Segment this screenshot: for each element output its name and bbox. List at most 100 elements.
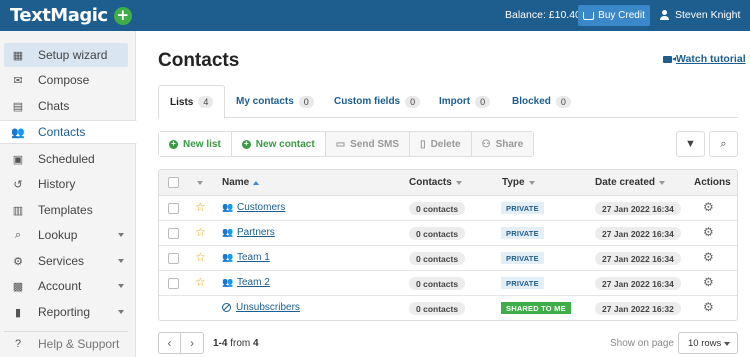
- column-name[interactable]: Name: [222, 177, 260, 188]
- column-type[interactable]: Type: [502, 177, 535, 188]
- list-name-link[interactable]: Customers: [237, 202, 285, 213]
- select-all-checkbox[interactable]: [168, 177, 179, 188]
- star-icon[interactable]: ☆: [195, 275, 206, 289]
- sidebar-item-history[interactable]: ↺ History: [4, 172, 128, 196]
- gear-icon[interactable]: ⚙: [703, 275, 714, 289]
- buy-credit-button[interactable]: Buy Credit: [578, 5, 650, 26]
- type-badge: PRIVATE: [501, 252, 544, 264]
- account-icon: ▩: [12, 280, 24, 293]
- message-icon: ▭: [335, 138, 346, 150]
- blocked-circle-icon: [222, 303, 231, 312]
- search-icon: ⌕: [720, 137, 727, 150]
- tab-lists[interactable]: Lists 4: [158, 85, 226, 119]
- filter-icon: ▼: [685, 138, 696, 150]
- help-icon: ?: [14, 338, 22, 350]
- delete-button[interactable]: ▯ Delete: [410, 132, 472, 156]
- tab-import[interactable]: Import 0: [439, 85, 491, 118]
- plus-icon: +: [169, 139, 178, 149]
- type-badge: PRIVATE: [501, 227, 544, 239]
- contacts-icon: 👥: [11, 126, 25, 139]
- trash-icon: ▯: [420, 138, 426, 150]
- bulk-menu-chevron-icon[interactable]: [197, 181, 203, 185]
- user-icon: [660, 10, 669, 20]
- tab-custom-fields[interactable]: Custom fields 0: [334, 85, 421, 118]
- next-page-button[interactable]: ›: [181, 332, 204, 354]
- prev-page-button[interactable]: ‹: [158, 332, 181, 354]
- date-pill: 27 Jan 2022 16:32: [595, 302, 681, 315]
- table-row: ☆ 👥 Partners 0 contacts PRIVATE 27 Jan 20…: [159, 221, 737, 246]
- sidebar-item-templates[interactable]: ▥ Templates: [4, 198, 128, 222]
- list-name-link[interactable]: Unsubscribers: [236, 302, 300, 313]
- tabs: Lists 4 My contacts 0 Custom fields 0 Im…: [158, 85, 738, 119]
- table-row: ☆ 👥 Team 1 0 contacts PRIVATE 27 Jan 2022…: [159, 246, 737, 271]
- row-checkbox[interactable]: [168, 253, 179, 264]
- sidebar-item-setup-wizard[interactable]: ▦ Setup wizard: [4, 43, 128, 67]
- chevron-down-icon: [118, 284, 124, 288]
- logo[interactable]: TextMagic +: [10, 5, 132, 26]
- search-button[interactable]: ⌕: [709, 131, 738, 157]
- gear-icon[interactable]: ⚙: [703, 250, 714, 264]
- sort-asc-icon: [253, 180, 260, 185]
- group-icon: 👥: [222, 202, 234, 212]
- date-pill: 27 Jan 2022 16:34: [595, 252, 681, 265]
- table-row: ☆ 👥 Team 2 0 contacts PRIVATE 27 Jan 2022…: [159, 271, 737, 296]
- sidebar-item-compose[interactable]: ✉ Compose: [4, 68, 128, 92]
- star-icon[interactable]: ☆: [195, 200, 206, 214]
- clipboard-icon: ▥: [12, 204, 24, 217]
- user-menu[interactable]: Steven Knight: [660, 9, 740, 21]
- sort-icon: [455, 180, 462, 185]
- plus-icon[interactable]: +: [113, 6, 132, 25]
- sidebar-item-lookup[interactable]: ⌕ Lookup: [4, 223, 128, 247]
- sidebar: ▦ Setup wizard ✉ Compose ▤ Chats 👥 Conta…: [0, 31, 137, 357]
- chevron-left-icon: ‹: [167, 336, 172, 350]
- compose-icon: ✉: [13, 74, 23, 87]
- chevron-down-icon: [118, 310, 124, 314]
- list-name-link[interactable]: Team 2: [237, 277, 270, 288]
- sidebar-item-services[interactable]: ⚙ Services: [4, 249, 128, 273]
- tab-count-badge: 0: [555, 95, 571, 108]
- rows-per-page-select[interactable]: 10 rows: [678, 332, 738, 354]
- cart-icon: [583, 11, 595, 20]
- new-contact-button[interactable]: + New contact: [231, 132, 326, 156]
- calendar-icon: ▣: [12, 153, 24, 166]
- star-icon[interactable]: ☆: [195, 225, 206, 239]
- share-users-icon: ⚇: [481, 138, 491, 150]
- chevron-down-icon: [724, 342, 730, 346]
- row-checkbox[interactable]: [168, 278, 179, 289]
- type-badge: SHARED TO ME: [501, 302, 571, 314]
- list-name-link[interactable]: Partners: [237, 227, 275, 238]
- gear-icon[interactable]: ⚙: [703, 300, 714, 314]
- sort-icon: [528, 180, 535, 185]
- send-sms-button[interactable]: ▭ Send SMS: [325, 132, 411, 156]
- tab-blocked[interactable]: Blocked 0: [512, 85, 571, 118]
- column-contacts[interactable]: Contacts: [409, 177, 462, 188]
- row-checkbox[interactable]: [168, 203, 179, 214]
- top-bar: TextMagic + Balance: £10.40 Buy Credit S…: [0, 0, 750, 31]
- date-pill: 27 Jan 2022 16:34: [595, 277, 681, 290]
- sidebar-item-reporting[interactable]: ▮ Reporting: [4, 300, 128, 324]
- star-icon[interactable]: ☆: [195, 250, 206, 264]
- sidebar-item-help-support[interactable]: ? Help & Support: [4, 332, 128, 356]
- group-icon: 👥: [222, 252, 234, 262]
- column-actions: Actions: [694, 177, 731, 188]
- contacts-count-pill: 0 contacts: [409, 302, 466, 315]
- sidebar-item-chats[interactable]: ▤ Chats: [4, 94, 128, 118]
- row-checkbox[interactable]: [168, 228, 179, 239]
- watch-tutorial-link[interactable]: Watch tutorial: [663, 53, 746, 65]
- tab-my-contacts[interactable]: My contacts 0: [236, 85, 314, 118]
- column-date-created[interactable]: Date created: [595, 177, 666, 188]
- tab-count-badge: 0: [475, 95, 491, 108]
- sidebar-item-scheduled[interactable]: ▣ Scheduled: [4, 147, 128, 171]
- new-list-button[interactable]: + New list: [159, 132, 232, 156]
- balance-text: Balance: £10.40: [505, 9, 581, 21]
- tab-count-badge: 0: [298, 95, 314, 108]
- page-title: Contacts: [158, 50, 240, 71]
- search-icon: ⌕: [14, 228, 22, 241]
- share-button[interactable]: ⚇ Share: [471, 132, 534, 156]
- list-name-link[interactable]: Team 1: [237, 252, 270, 263]
- sidebar-item-contacts[interactable]: 👥 Contacts: [0, 120, 137, 144]
- sidebar-item-account[interactable]: ▩ Account: [4, 274, 128, 298]
- gear-icon[interactable]: ⚙: [703, 225, 714, 239]
- gear-icon[interactable]: ⚙: [703, 200, 714, 214]
- filter-button[interactable]: ▼: [676, 131, 705, 157]
